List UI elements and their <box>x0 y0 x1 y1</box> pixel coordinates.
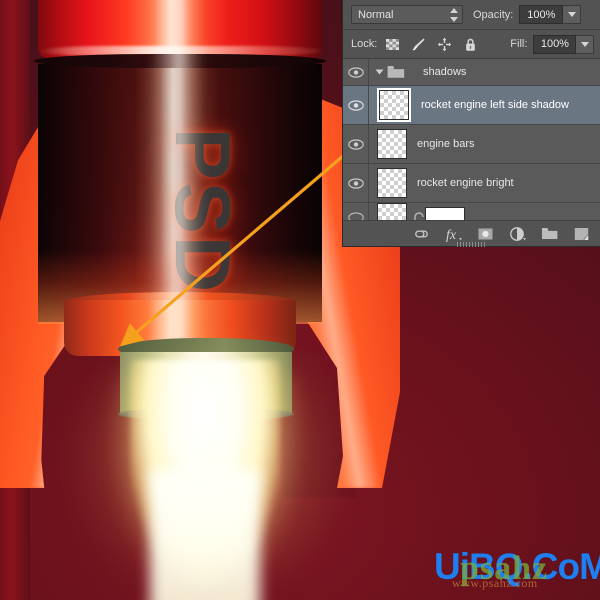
rocket-flame-tail <box>150 470 260 600</box>
layer-thumbnail[interactable] <box>377 129 407 159</box>
layer-name: shadows <box>423 66 467 78</box>
layer-row-rocket-engine-left-side-shadow[interactable]: rocket engine left side shadow <box>343 86 600 125</box>
layer-row-engine-bars[interactable]: engine bars <box>343 125 600 164</box>
chevron-down-icon[interactable] <box>375 69 384 75</box>
grip-icon[interactable] <box>456 242 487 247</box>
layer-visibility-toggle[interactable] <box>343 125 369 163</box>
layer-thumbnail[interactable] <box>377 168 407 198</box>
fill-value: 100% <box>540 38 569 50</box>
fill-dropdown-button[interactable] <box>576 34 594 54</box>
eye-icon <box>347 66 364 78</box>
updown-stepper-icon[interactable] <box>449 8 458 22</box>
layer-list[interactable]: shadows rocket engine left side shadow e… <box>343 59 600 233</box>
blend-mode-select[interactable]: Normal <box>351 5 463 24</box>
layer-visibility-toggle[interactable] <box>343 86 369 124</box>
fill-input[interactable]: 100% <box>533 34 577 54</box>
svg-text:fx: fx <box>446 228 457 242</box>
layer-name: rocket engine bright <box>417 177 514 189</box>
mask-rect-icon[interactable] <box>477 226 494 242</box>
lock-image-pixels-icon[interactable] <box>411 37 426 52</box>
fill-label: Fill: <box>510 38 528 50</box>
layer-row-rocket-engine-bright[interactable]: rocket engine bright <box>343 164 600 203</box>
folder-icon[interactable] <box>541 226 558 242</box>
blend-mode-value: Normal <box>358 8 394 21</box>
layers-panel-footer[interactable]: fx <box>343 220 600 247</box>
blend-mode-row: Normal Opacity: 100% <box>343 0 600 30</box>
layer-visibility-toggle[interactable] <box>343 59 369 85</box>
lock-transparent-pixels-icon[interactable] <box>385 37 400 52</box>
eye-icon <box>347 138 364 150</box>
layer-row-group-shadows[interactable]: shadows <box>343 59 600 86</box>
lock-label: Lock: <box>351 38 378 50</box>
link-icon[interactable] <box>413 226 430 242</box>
fx-icon[interactable]: fx <box>445 226 462 242</box>
opacity-value: 100% <box>527 8 556 21</box>
opacity-dropdown-button[interactable] <box>563 5 582 24</box>
eye-icon <box>347 99 364 111</box>
rocket-dark-band <box>34 54 326 68</box>
layers-panel[interactable]: Normal Opacity: 100% Lock: Fill: 100% sh… <box>342 0 600 247</box>
layer-visibility-toggle[interactable] <box>343 164 369 202</box>
half-circle-icon[interactable] <box>509 226 526 242</box>
layer-thumbnail[interactable] <box>379 90 409 120</box>
layer-name: engine bars <box>417 138 475 150</box>
lock-row: Lock: Fill: 100% <box>343 30 600 59</box>
screenshot-root: PSD Normal Opacity: 100% Lock: Fill: 100… <box>0 0 600 600</box>
opacity-input[interactable]: 100% <box>519 5 564 24</box>
new-layer-icon[interactable] <box>573 226 590 242</box>
eye-icon <box>347 177 364 189</box>
folder-icon <box>387 66 405 78</box>
chevron-down-icon <box>580 41 589 47</box>
opacity-label: Opacity: <box>473 8 514 21</box>
chevron-down-icon <box>567 12 576 17</box>
layer-name: rocket engine left side shadow <box>421 99 569 111</box>
lock-position-icon[interactable] <box>437 37 452 52</box>
lock-all-icon[interactable] <box>463 37 478 52</box>
